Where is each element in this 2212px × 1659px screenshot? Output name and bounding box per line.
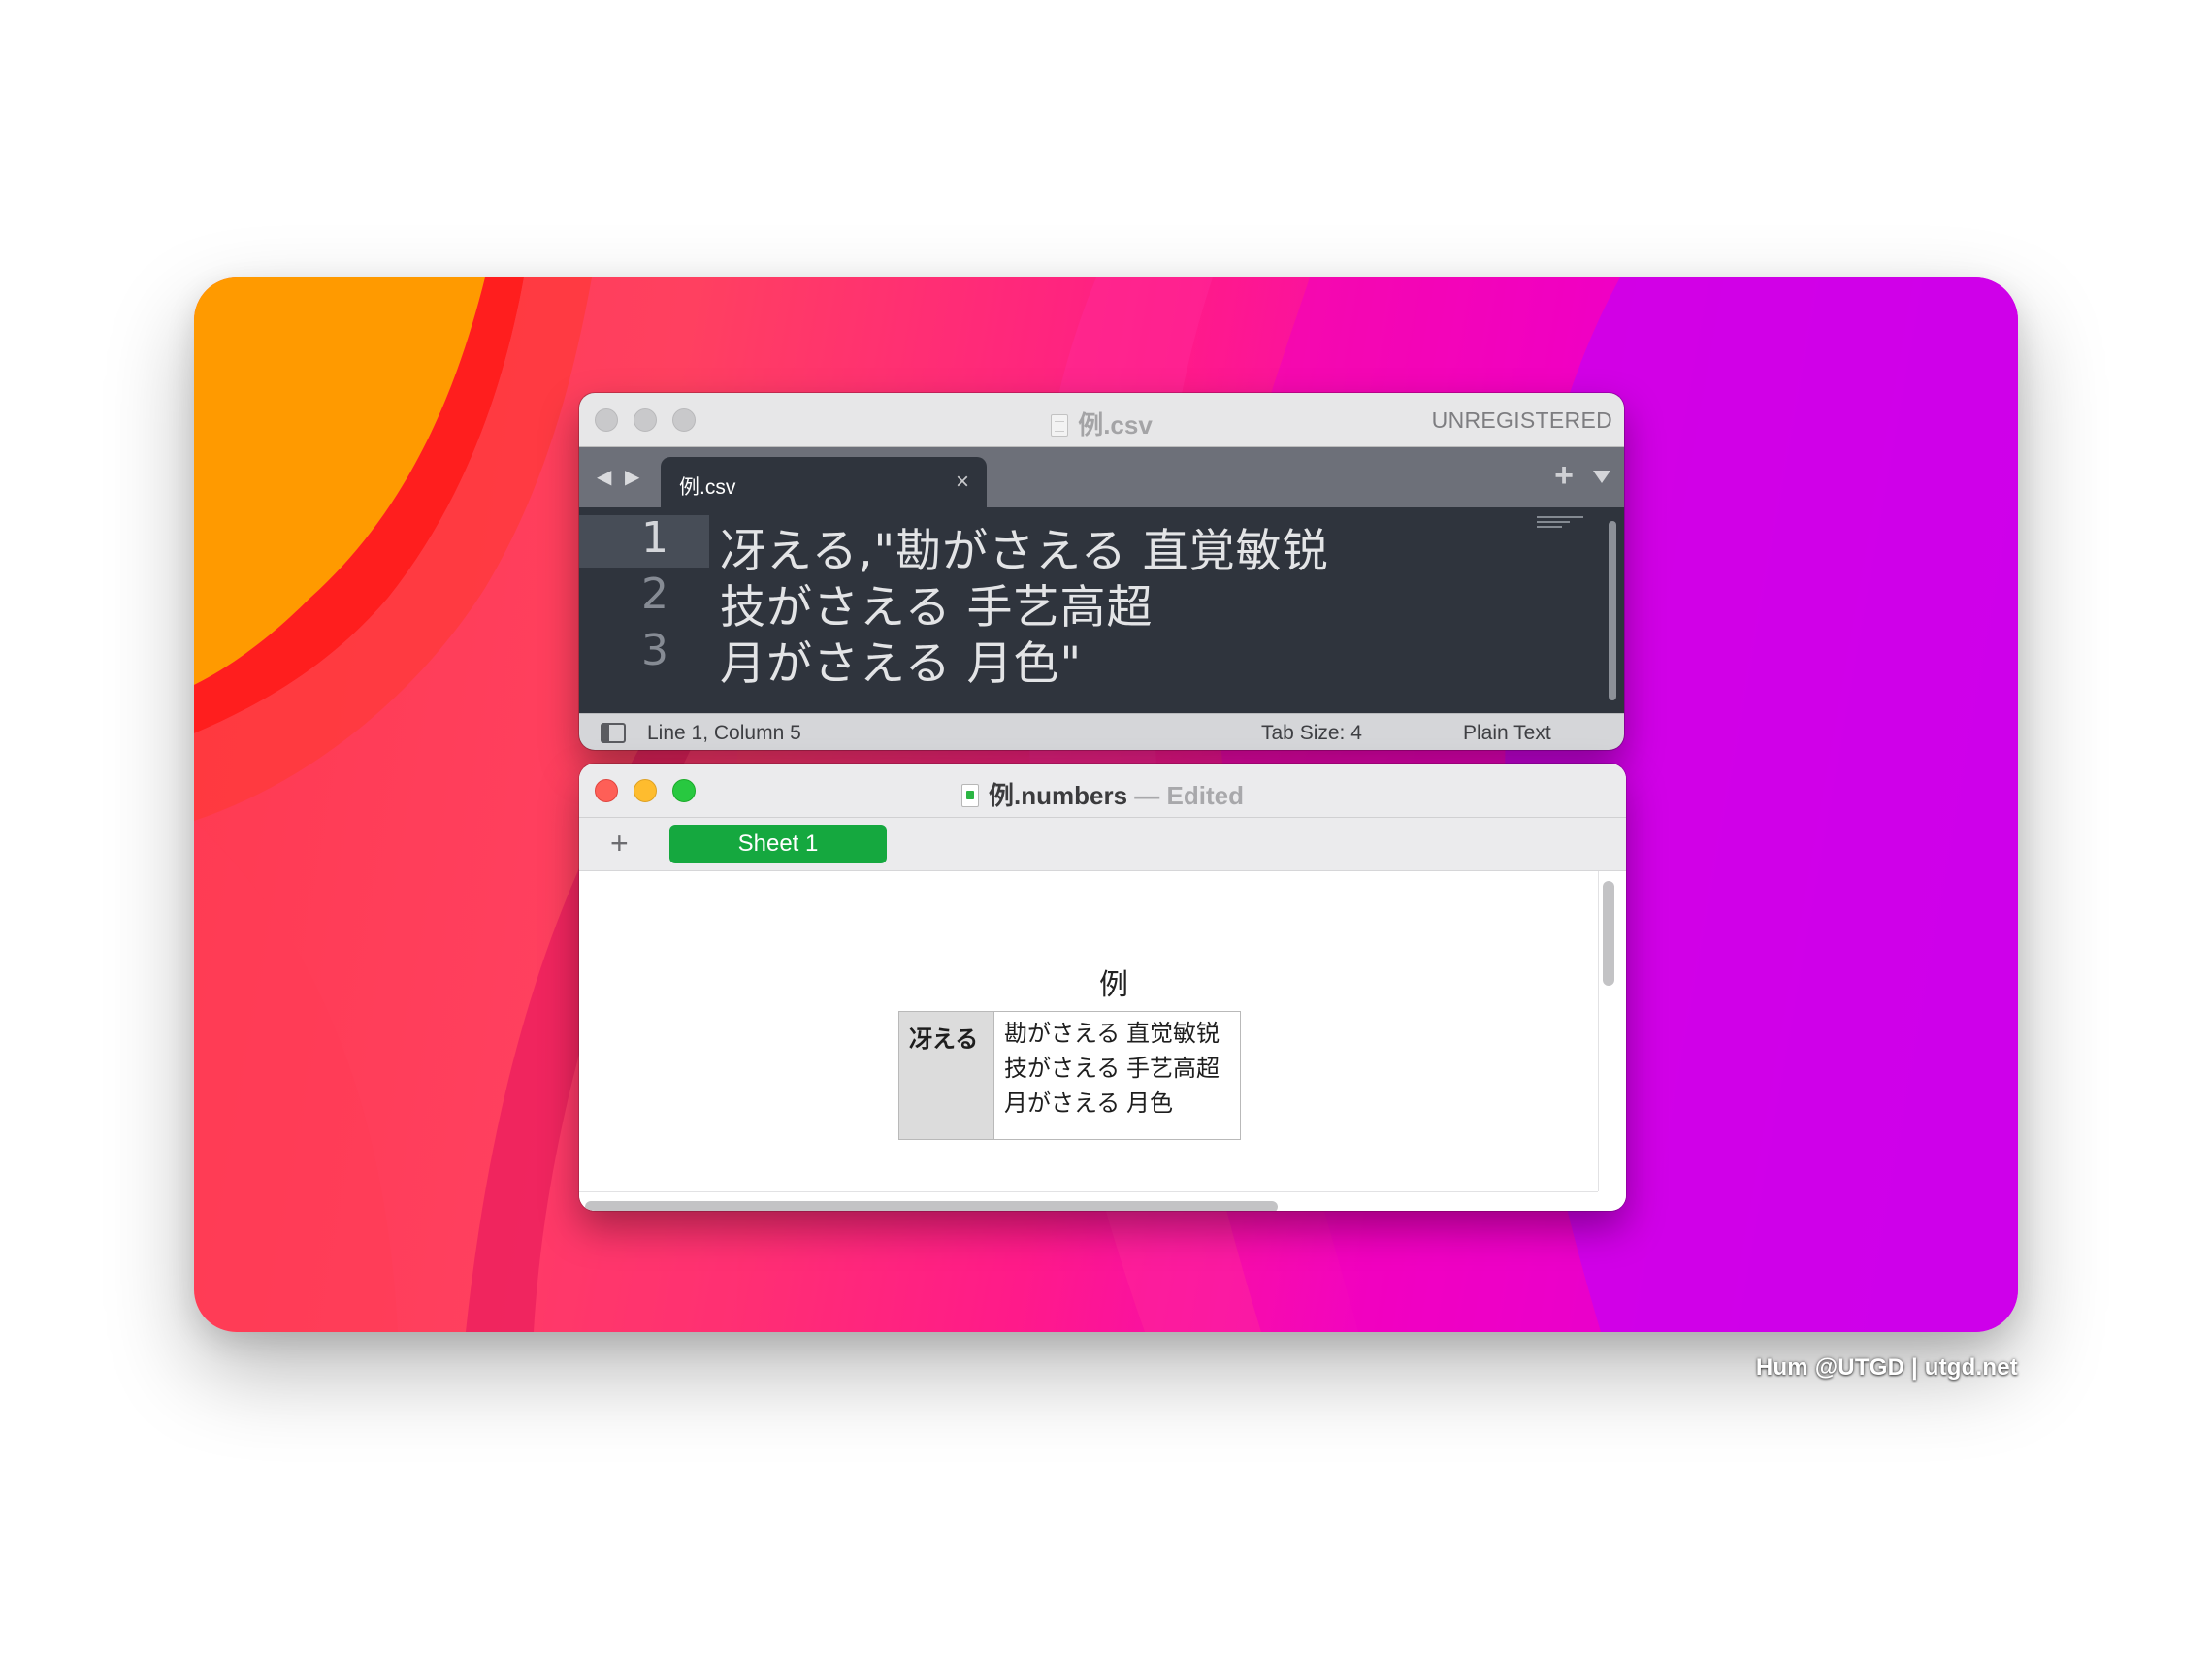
- syntax-selector[interactable]: Plain Text: [1463, 722, 1551, 745]
- tab-sheet-1[interactable]: Sheet 1: [669, 825, 887, 863]
- code-line: 2 技がさえる 手艺高超: [579, 569, 1624, 634]
- tab-size-selector[interactable]: Tab Size: 4: [1261, 722, 1362, 745]
- header-cell[interactable]: 冴える: [898, 1011, 994, 1140]
- new-tab-icon[interactable]: +: [1554, 457, 1574, 495]
- sheet-bar: + Sheet 1: [579, 818, 1626, 871]
- tab-bar: ◀ ▶ 例.csv × +: [579, 447, 1624, 508]
- line-number: 2: [641, 569, 668, 619]
- minimap[interactable]: [1537, 516, 1583, 532]
- line-text: 月がさえる 月色": [720, 637, 1083, 691]
- horizontal-scrollbar[interactable]: [585, 1201, 1278, 1211]
- watermark: Hum @UTGD | utgd.net: [1755, 1354, 2018, 1381]
- add-sheet-icon[interactable]: +: [610, 826, 629, 862]
- title-bar: 例.csv UNREGISTERED: [579, 393, 1624, 447]
- code-editor[interactable]: 1 冴える,"勘がさえる 直覚敏锐 2 技がさえる 手艺高超 3 月がさえる 月…: [579, 507, 1624, 713]
- canvas-divider: [1598, 871, 1599, 1191]
- unregistered-label: UNREGISTERED: [1431, 407, 1612, 433]
- sidebar-toggle-icon[interactable]: [601, 723, 626, 743]
- close-tab-icon[interactable]: ×: [956, 469, 969, 496]
- canvas-divider: [579, 1191, 1598, 1192]
- sublime-window: 例.csv UNREGISTERED ◀ ▶ 例.csv × + 1 冴える,"…: [579, 393, 1624, 750]
- vertical-scrollbar[interactable]: [1609, 521, 1616, 700]
- code-line: 1 冴える,"勘がさえる 直覚敏锐: [579, 513, 1624, 578]
- line-number: 3: [641, 626, 668, 675]
- sheet-canvas[interactable]: 例 冴える 勘がさえる 直觉敏锐 技がさえる 手艺高超 月がさえる 月色: [579, 871, 1626, 1211]
- numbers-document-icon: [961, 784, 980, 807]
- code-line: 3 月がさえる 月色": [579, 626, 1624, 691]
- cell-line: 月がさえる 月色: [1004, 1090, 1173, 1117]
- data-table: 冴える 勘がさえる 直觉敏锐 技がさえる 手艺高超 月がさえる 月色: [898, 1011, 1241, 1140]
- tab-menu-chevron-icon[interactable]: [1593, 471, 1610, 483]
- document-icon: [1051, 414, 1069, 437]
- tab-csv[interactable]: 例.csv ×: [661, 457, 987, 508]
- tab-navigation-arrows-icon[interactable]: ◀ ▶: [597, 465, 643, 489]
- screenshot-stage: Hum @UTGD | utgd.net 例.csv UNREGISTERED …: [0, 0, 2212, 1659]
- table-cell[interactable]: 勘がさえる 直觉敏锐 技がさえる 手艺高超 月がさえる 月色: [993, 1011, 1241, 1140]
- status-bar: Line 1, Column 5 Tab Size: 4 Plain Text: [579, 713, 1624, 750]
- window-title: 例.numbers — Edited: [579, 776, 1626, 812]
- line-number: 1: [641, 513, 668, 563]
- cursor-position: Line 1, Column 5: [647, 722, 801, 744]
- numbers-window: 例.numbers — Edited + Sheet 1 例 冴える 勘がさえる…: [579, 764, 1626, 1211]
- vertical-scrollbar[interactable]: [1603, 881, 1614, 986]
- table-row: 冴える 勘がさえる 直觉敏锐 技がさえる 手艺高超 月がさえる 月色: [898, 1011, 1241, 1140]
- title-separator: —: [1134, 781, 1160, 810]
- window-title-text: 例.csv: [1078, 410, 1153, 439]
- edited-status: Edited: [1166, 781, 1244, 810]
- title-bar: 例.numbers — Edited: [579, 764, 1626, 818]
- tab-label: 例.csv: [679, 476, 736, 499]
- table-title[interactable]: 例: [1056, 960, 1172, 1003]
- window-title-text: 例.numbers: [989, 781, 1128, 810]
